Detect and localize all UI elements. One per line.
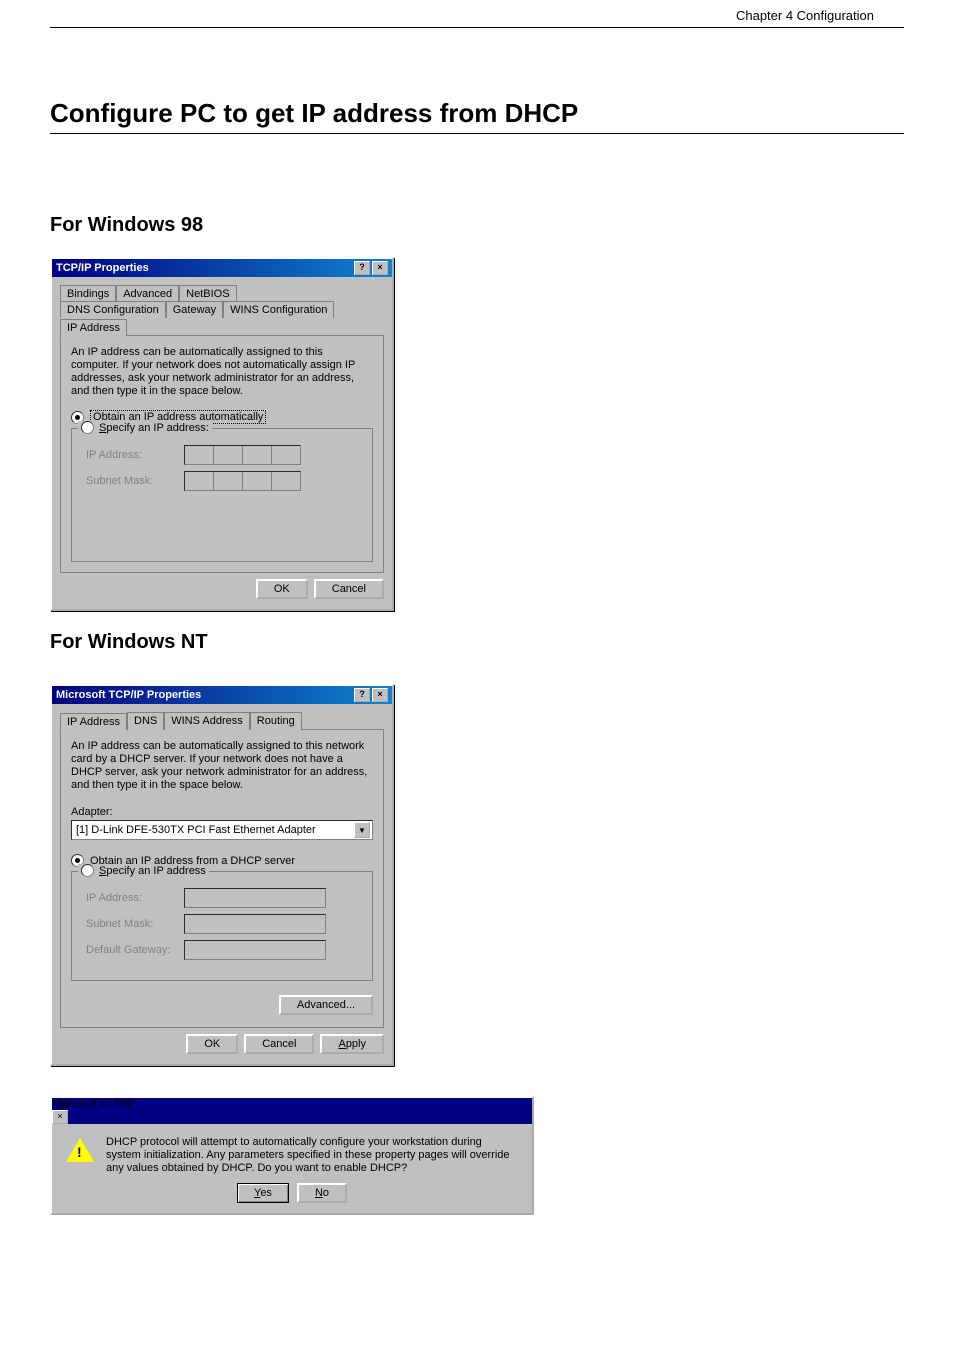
tcpip-properties-dialog-98: TCP/IP Properties ? × Bindings Advanced … [50, 257, 394, 611]
messagebox-title: Microsoft TCP/IP [52, 1098, 135, 1110]
tab-netbios[interactable]: NetBIOS [179, 285, 236, 302]
subnet-mask-label: Subnet Mask: [86, 918, 176, 930]
section-winnt-heading: For Windows NT [50, 631, 904, 654]
tab-panel: An IP address can be automatically assig… [60, 335, 384, 573]
tab-wins-address[interactable]: WINS Address [164, 712, 250, 730]
tab-bindings[interactable]: Bindings [60, 285, 116, 302]
tab-dns[interactable]: DNS [127, 712, 164, 730]
tcpip-properties-dialog-nt: Microsoft TCP/IP Properties ? × IP Addre… [50, 684, 394, 1066]
tab-advanced[interactable]: Advanced [116, 285, 179, 302]
tab-panel: An IP address can be automatically assig… [60, 729, 384, 1028]
ip-address-input [184, 888, 326, 908]
tab-ip-address[interactable]: IP Address [60, 713, 127, 731]
radio-icon[interactable] [81, 864, 94, 877]
adapter-label: Adapter: [71, 806, 373, 818]
radio-specify-label[interactable]: Specify an IP address [99, 865, 206, 877]
dialog-title: Microsoft TCP/IP Properties [56, 689, 201, 701]
dhcp-confirm-messagebox: Microsoft TCP/IP × DHCP protocol will at… [50, 1096, 534, 1215]
ok-button[interactable]: OK [256, 579, 308, 599]
subnet-mask-input [184, 471, 301, 491]
tabs-row-1: Bindings Advanced NetBIOS [60, 285, 384, 302]
tab-ip-address[interactable]: IP Address [60, 319, 127, 337]
yes-button[interactable]: Yes [237, 1183, 289, 1203]
dialog-titlebar: Microsoft TCP/IP × [52, 1098, 532, 1124]
radio-specify-label[interactable]: Specify an IP address: [99, 422, 209, 434]
chapter-header: Chapter 4 Configuration [50, 8, 904, 28]
radio-icon[interactable] [81, 421, 94, 434]
tab-dns-configuration[interactable]: DNS Configuration [60, 301, 166, 318]
page-title: Configure PC to get IP address from DHCP [50, 98, 904, 134]
description-text: An IP address can be automatically assig… [71, 740, 373, 792]
adapter-value: [1] D-Link DFE-530TX PCI Fast Ethernet A… [76, 824, 316, 836]
ok-button[interactable]: OK [186, 1034, 238, 1054]
subnet-mask-label: Subnet Mask: [86, 475, 176, 487]
dialog-titlebar: TCP/IP Properties ? × [52, 259, 392, 277]
specify-ip-group: Specify an IP address IP Address: Subnet… [71, 871, 373, 981]
help-icon[interactable]: ? [354, 261, 370, 275]
warning-icon [66, 1136, 94, 1164]
adapter-select[interactable]: [1] D-Link DFE-530TX PCI Fast Ethernet A… [71, 820, 373, 840]
apply-button[interactable]: Apply [320, 1034, 384, 1054]
ip-address-label: IP Address: [86, 449, 176, 461]
tabs-row-2: DNS Configuration Gateway WINS Configura… [60, 301, 384, 336]
section-win98-heading: For Windows 98 [50, 214, 904, 237]
tab-gateway[interactable]: Gateway [166, 301, 223, 318]
subnet-mask-input [184, 914, 326, 934]
dialog-titlebar: Microsoft TCP/IP Properties ? × [52, 686, 392, 704]
close-icon[interactable]: × [52, 1110, 68, 1124]
tab-wins-configuration[interactable]: WINS Configuration [223, 301, 334, 318]
dialog-title: TCP/IP Properties [56, 262, 149, 274]
default-gateway-label: Default Gateway: [86, 944, 176, 956]
default-gateway-input [184, 940, 326, 960]
cancel-button[interactable]: Cancel [314, 579, 384, 599]
chevron-down-icon: ▼ [354, 822, 370, 838]
tab-routing[interactable]: Routing [250, 712, 302, 730]
help-icon[interactable]: ? [354, 688, 370, 702]
close-icon[interactable]: × [372, 688, 388, 702]
ip-address-label: IP Address: [86, 892, 176, 904]
cancel-button[interactable]: Cancel [244, 1034, 314, 1054]
ip-address-input [184, 445, 301, 465]
close-icon[interactable]: × [372, 261, 388, 275]
specify-ip-group: Specify an IP address: IP Address: Subne… [71, 428, 373, 562]
description-text: An IP address can be automatically assig… [71, 346, 373, 398]
no-button[interactable]: No [297, 1183, 347, 1203]
advanced-button[interactable]: Advanced... [279, 995, 373, 1015]
messagebox-text: DHCP protocol will attempt to automatica… [106, 1136, 518, 1175]
